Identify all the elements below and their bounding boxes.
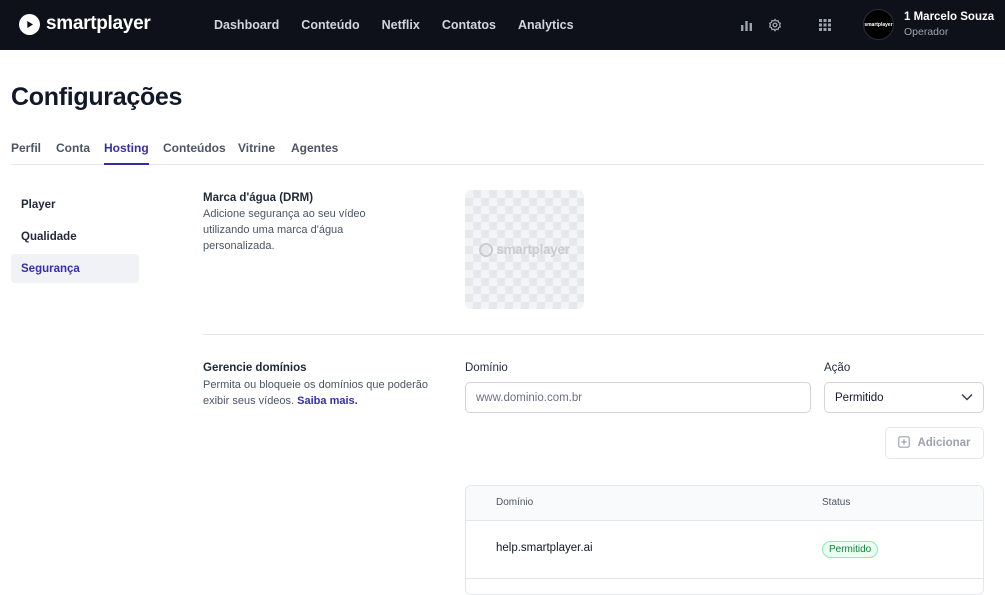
tab-conta[interactable]: Conta — [56, 141, 90, 165]
nav-contatos[interactable]: Contatos — [442, 18, 496, 32]
nav-dashboard[interactable]: Dashboard — [214, 18, 279, 32]
watermark-preview[interactable]: smartplayer — [465, 190, 584, 309]
user-name: 1 Marcelo Souza — [904, 11, 995, 23]
domains-table: Domínio Status help.smartplayer.ai Permi… — [465, 485, 984, 595]
page-title: Configurações — [11, 83, 183, 111]
action-select[interactable]: Permitido — [824, 382, 984, 413]
section-divider — [203, 334, 984, 335]
watermark-title: Marca d'água (DRM) — [203, 192, 314, 204]
avatar[interactable]: smartplayer — [863, 9, 894, 40]
sidebar-item-qualidade[interactable]: Qualidade — [11, 222, 139, 251]
gear-icon[interactable] — [766, 16, 784, 34]
plus-square-icon — [898, 435, 911, 451]
sidebar-item-seguranca[interactable]: Segurança — [11, 254, 139, 283]
user-info[interactable]: 1 Marcelo Souza Operador — [904, 11, 994, 38]
column-header-domain: Domínio — [496, 497, 534, 508]
settings-tabs: Perfil Conta Hosting Conteúdos Vitrine A… — [11, 138, 984, 165]
tab-conteudos[interactable]: Conteúdos — [163, 141, 226, 165]
action-label: Ação — [824, 362, 851, 374]
watermark-description: Adicione segurança ao seu vídeo utilizan… — [203, 208, 366, 252]
grid-icon[interactable] — [816, 16, 834, 34]
table-row[interactable]: help.smartplayer.ai Permitido — [466, 521, 983, 579]
logo-text: smartplayer — [46, 13, 151, 34]
app-logo[interactable]: smartplayer — [19, 13, 151, 35]
tab-perfil[interactable]: Perfil — [11, 141, 41, 165]
main-nav: Dashboard Conteúdo Netflix Contatos Anal… — [214, 0, 574, 50]
bar-chart-icon[interactable] — [737, 16, 755, 34]
domains-title: Gerencie domínios — [203, 362, 307, 374]
avatar-logo-text: smartplayer — [864, 21, 893, 28]
logo-play-icon — [19, 13, 40, 35]
action-select-value: Permitido — [835, 391, 884, 404]
status-badge: Permitido — [822, 541, 879, 558]
add-domain-button[interactable]: Adicionar — [885, 427, 984, 459]
tab-vitrine[interactable]: Vitrine — [238, 141, 275, 165]
chevron-down-icon — [961, 392, 973, 404]
row-domain: help.smartplayer.ai — [496, 542, 593, 554]
nav-conteudo[interactable]: Conteúdo — [301, 18, 359, 32]
domain-label: Domínio — [465, 362, 508, 374]
nav-netflix[interactable]: Netflix — [382, 18, 420, 32]
user-role: Operador — [904, 26, 949, 38]
domain-input[interactable] — [465, 382, 811, 413]
add-domain-label: Adicionar — [917, 437, 971, 449]
watermark-logo: smartplayer — [479, 242, 570, 257]
watermark-logo-text: smartplayer — [496, 242, 570, 257]
tab-agentes[interactable]: Agentes — [291, 141, 338, 165]
domains-description: Permita ou bloqueie os domínios que pode… — [203, 377, 433, 409]
tab-hosting[interactable]: Hosting — [104, 141, 149, 165]
learn-more-link[interactable]: Saiba mais. — [297, 395, 358, 407]
column-header-status: Status — [822, 497, 851, 508]
table-header: Domínio Status — [466, 486, 983, 521]
top-navbar: smartplayer Dashboard Conteúdo Netflix C… — [0, 0, 1005, 50]
watermark-play-icon — [479, 242, 494, 257]
nav-analytics[interactable]: Analytics — [518, 18, 574, 32]
settings-sidebar: Player Qualidade Segurança — [11, 190, 139, 286]
sidebar-item-player[interactable]: Player — [11, 190, 139, 219]
